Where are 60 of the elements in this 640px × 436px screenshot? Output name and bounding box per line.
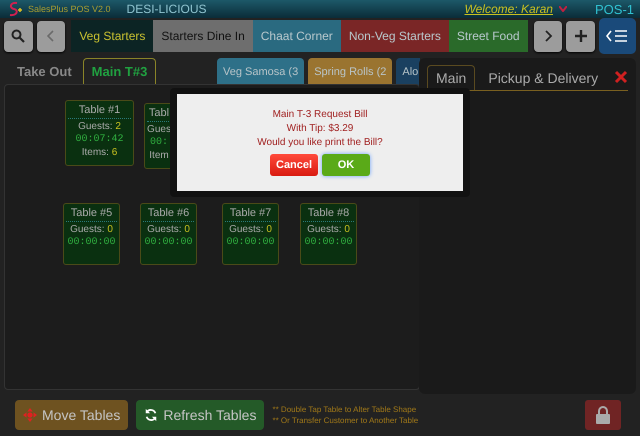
guests-count: Guests: 0: [229, 224, 272, 235]
category-tab[interactable]: Non-Veg Starters: [340, 20, 449, 52]
table-name: Table #6: [143, 207, 194, 222]
table-card[interactable]: Table #5 Guests: 0 00:00:00: [63, 203, 120, 265]
close-icon[interactable]: [614, 70, 628, 84]
app-name: SalesPlus POS V2.0: [28, 4, 111, 14]
table-card[interactable]: Table #1 Guests: 2 00:07:42 Items: 6: [65, 100, 134, 166]
next-button[interactable]: [534, 20, 562, 52]
table-name: Table #8: [303, 207, 354, 222]
welcome-link[interactable]: Welcome: Karan: [464, 2, 553, 16]
table-card[interactable]: Table #7 Guests: 0 00:00:00: [222, 203, 279, 265]
table-timer: 00:00:00: [304, 237, 352, 248]
dialog-message: Would you like print the Bill?: [257, 137, 383, 148]
items-count: Items: 6: [82, 147, 118, 158]
menu-icon: [606, 29, 628, 43]
refresh-tables-button[interactable]: Refresh Tables: [136, 400, 264, 430]
dialog-message: Main T-3 Request Bill: [272, 109, 368, 120]
table-name: Table #1: [68, 104, 131, 119]
guests-count: Guests: 0: [307, 224, 350, 235]
category-tab[interactable]: Veg Starters: [71, 20, 154, 52]
dialog-message: With Tip: $3.29: [286, 123, 354, 134]
hint-text: ** Double Tap Table to Alter Table Shape: [272, 405, 418, 414]
cancel-button[interactable]: Cancel: [270, 154, 318, 176]
category-tab[interactable]: Street Food: [448, 20, 528, 52]
table-timer: 00:07:42: [75, 134, 124, 145]
table-name: Table #5: [66, 207, 117, 222]
table-card[interactable]: Table #8 Guests: 0 00:00:00: [300, 203, 357, 265]
table-timer: 00:00:00: [226, 237, 274, 248]
lock-button[interactable]: [585, 400, 621, 430]
table-name: Table #7: [225, 207, 276, 222]
order-tab[interactable]: Main T#3: [82, 58, 156, 84]
table-timer: 00:: [150, 137, 168, 148]
guests-count: Guests: 0: [147, 224, 190, 235]
crosshair-arrows-icon: [23, 408, 37, 422]
search-button[interactable]: [4, 20, 33, 52]
menu-item-button[interactable]: Alo: [396, 58, 420, 86]
terminal-name: POS-1: [594, 2, 634, 16]
table-card[interactable]: Table #6 Guests: 0 00:00:00: [140, 203, 197, 265]
guests-count: Guests: 0: [70, 224, 113, 235]
move-tables-button[interactable]: Move Tables: [15, 400, 128, 430]
add-button[interactable]: [566, 20, 595, 52]
guests-count: Gues: [147, 124, 171, 135]
table-timer: 00:00:00: [67, 237, 116, 248]
menu-button[interactable]: [598, 18, 636, 54]
refresh-icon: [144, 408, 158, 422]
hint-text: ** Or Transfer Customer to Another Table: [272, 416, 418, 425]
menu-item-button[interactable]: Veg Samosa (3: [217, 58, 304, 86]
panel-tab[interactable]: Pickup & Delivery: [479, 65, 608, 90]
plus-icon: [574, 29, 588, 43]
store-name: DESI-LICIOUS: [126, 2, 207, 16]
guests-count: Guests: 2: [78, 121, 121, 132]
lock-icon: [595, 406, 611, 424]
previous-button[interactable]: [36, 20, 66, 52]
table-timer: 00:00:00: [144, 237, 192, 248]
order-tab[interactable]: Take Out: [8, 58, 81, 84]
items-count: Item: [149, 150, 169, 161]
category-tab[interactable]: Starters Dine In: [153, 20, 253, 52]
ok-button[interactable]: OK: [322, 154, 370, 176]
category-tab[interactable]: Chaat Corner: [252, 20, 341, 52]
search-icon: [11, 29, 26, 43]
